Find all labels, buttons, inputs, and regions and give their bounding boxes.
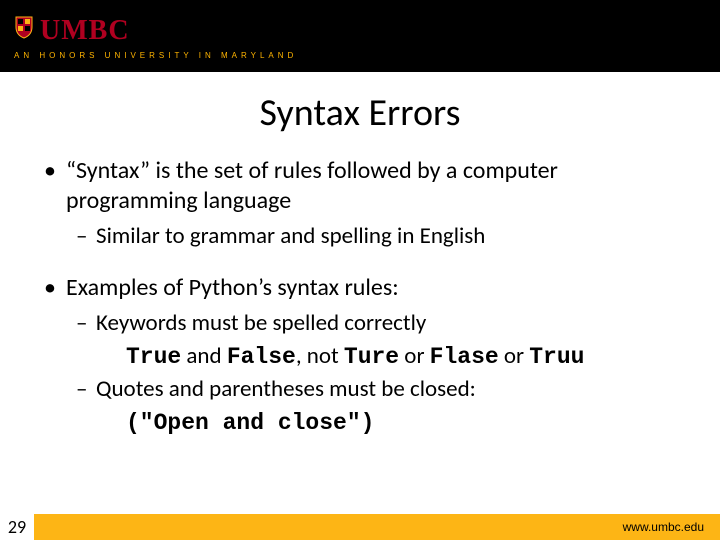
slide: UMBC AN HONORS UNIVERSITY IN MARYLAND Sy… <box>0 0 720 540</box>
bullet-1-sub-1: – Similar to grammar and spelling in Eng… <box>76 222 676 251</box>
code-ture: Ture <box>344 344 399 370</box>
slide-content: • “Syntax” is the set of rules followed … <box>0 156 720 540</box>
text-or-2: or <box>499 342 530 370</box>
header-bar: UMBC AN HONORS UNIVERSITY IN MARYLAND <box>0 0 720 72</box>
logo-text: UMBC <box>40 15 130 47</box>
code-flase: Flase <box>430 344 499 370</box>
text-not: , not <box>296 342 344 370</box>
footer-url: www.umbc.edu <box>623 520 720 534</box>
code-open-close: ("Open and close") <box>126 410 374 436</box>
footer-bar: 29 www.umbc.edu <box>0 514 720 540</box>
bullet-1: • “Syntax” is the set of rules followed … <box>44 156 676 216</box>
bullet-2-sub-1-line: True and False, not Ture or Flase or Tru… <box>126 342 676 372</box>
dash-icon: – <box>76 222 96 251</box>
text-and: and <box>181 342 227 370</box>
bullet-1-sub-1-text: Similar to grammar and spelling in Engli… <box>96 222 676 251</box>
bullet-2-sub-1-text: Keywords must be spelled correctly <box>96 309 676 338</box>
code-truu: Truu <box>529 344 584 370</box>
slide-title: Syntax Errors <box>0 90 720 136</box>
bullet-2-sub-2: – Quotes and parentheses must be closed: <box>76 375 676 404</box>
bullet-2-text: Examples of Python’s syntax rules: <box>66 273 676 303</box>
logo: UMBC <box>14 15 706 47</box>
code-true: True <box>126 344 181 370</box>
bullet-1-text: “Syntax” is the set of rules followed by… <box>66 156 676 216</box>
page-number: 29 <box>0 514 34 540</box>
dash-icon: – <box>76 309 96 338</box>
text-or-1: or <box>399 342 430 370</box>
bullet-2-sub-2-code: ("Open and close") <box>126 408 676 438</box>
shield-icon <box>14 15 34 44</box>
bullet-dot-icon: • <box>44 156 66 216</box>
bullet-2: • Examples of Python’s syntax rules: <box>44 273 676 303</box>
bullet-2-sub-1: – Keywords must be spelled correctly <box>76 309 676 338</box>
dash-icon: – <box>76 375 96 404</box>
code-false: False <box>227 344 296 370</box>
tagline: AN HONORS UNIVERSITY IN MARYLAND <box>14 51 706 60</box>
bullet-dot-icon: • <box>44 273 66 303</box>
bullet-2-sub-2-text: Quotes and parentheses must be closed: <box>96 375 676 404</box>
